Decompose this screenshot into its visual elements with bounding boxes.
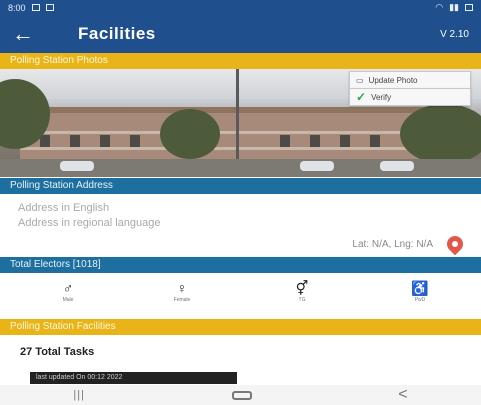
- coordinates-row: Lat: N/A, Lng: N/A: [352, 232, 467, 256]
- check-icon: ✓: [356, 90, 367, 104]
- elector-label: Male: [62, 297, 74, 303]
- elector-label: Female: [173, 297, 191, 303]
- update-photo-button[interactable]: ▭ Update Photo: [349, 71, 471, 89]
- status-bar: 8:00 ◠ ▮▮: [0, 0, 481, 15]
- elector-label: TG: [298, 297, 306, 303]
- total-tasks-label[interactable]: 27 Total Tasks: [20, 346, 94, 358]
- system-nav-bar: ||| <: [0, 385, 481, 405]
- verify-label: Verify: [371, 92, 392, 102]
- app-bar: ← Facilities V 2.10: [0, 15, 481, 53]
- last-updated-label: last updated On 00:12 2022: [30, 372, 237, 384]
- photo-section-header: Polling Station Photos: [0, 53, 481, 69]
- male-icon: ♂: [62, 280, 74, 296]
- notification-icon: [31, 4, 40, 11]
- facilities-section-header: Polling Station Facilities: [0, 319, 481, 335]
- page-title: Facilities: [78, 24, 156, 43]
- electors-section-header: Total Electors [1018]: [0, 257, 481, 273]
- image-icon: ▭: [356, 75, 364, 85]
- back-button[interactable]: <: [398, 386, 407, 404]
- wheelchair-icon: ♿: [411, 280, 429, 296]
- wifi-icon: ◠: [435, 2, 444, 12]
- electors-row: ♂ Male ♀ Female ⚥ TG ♿ PwD: [0, 275, 481, 319]
- back-arrow-icon[interactable]: ←: [12, 23, 48, 45]
- address-english: Address in English: [18, 202, 110, 214]
- message-icon: [45, 4, 54, 11]
- recent-apps-button[interactable]: |||: [73, 389, 85, 401]
- third-gender-icon: ⚥: [295, 280, 309, 296]
- address-section-header: Polling Station Address: [0, 178, 481, 194]
- elector-third-gender: ⚥ TG: [282, 279, 322, 303]
- female-icon: ♀: [176, 280, 188, 296]
- version-label: V 2.10: [440, 28, 469, 40]
- elector-female: ♀ Female: [162, 279, 202, 303]
- map-pin-icon[interactable]: [443, 232, 467, 256]
- signal-icon: ▮▮: [449, 2, 459, 12]
- lat-lng-label: Lat: N/A, Lng: N/A: [352, 238, 433, 250]
- address-regional: Address in regional language: [18, 217, 161, 229]
- status-time: 8:00: [8, 2, 26, 13]
- battery-icon: [465, 4, 473, 11]
- update-photo-label: Update Photo: [368, 75, 418, 85]
- verify-button[interactable]: ✓ Verify: [349, 88, 471, 106]
- elector-label: PwD: [414, 297, 426, 303]
- elector-male: ♂ Male: [48, 279, 88, 303]
- elector-pwd: ♿ PwD: [400, 279, 440, 303]
- home-button[interactable]: [231, 390, 252, 400]
